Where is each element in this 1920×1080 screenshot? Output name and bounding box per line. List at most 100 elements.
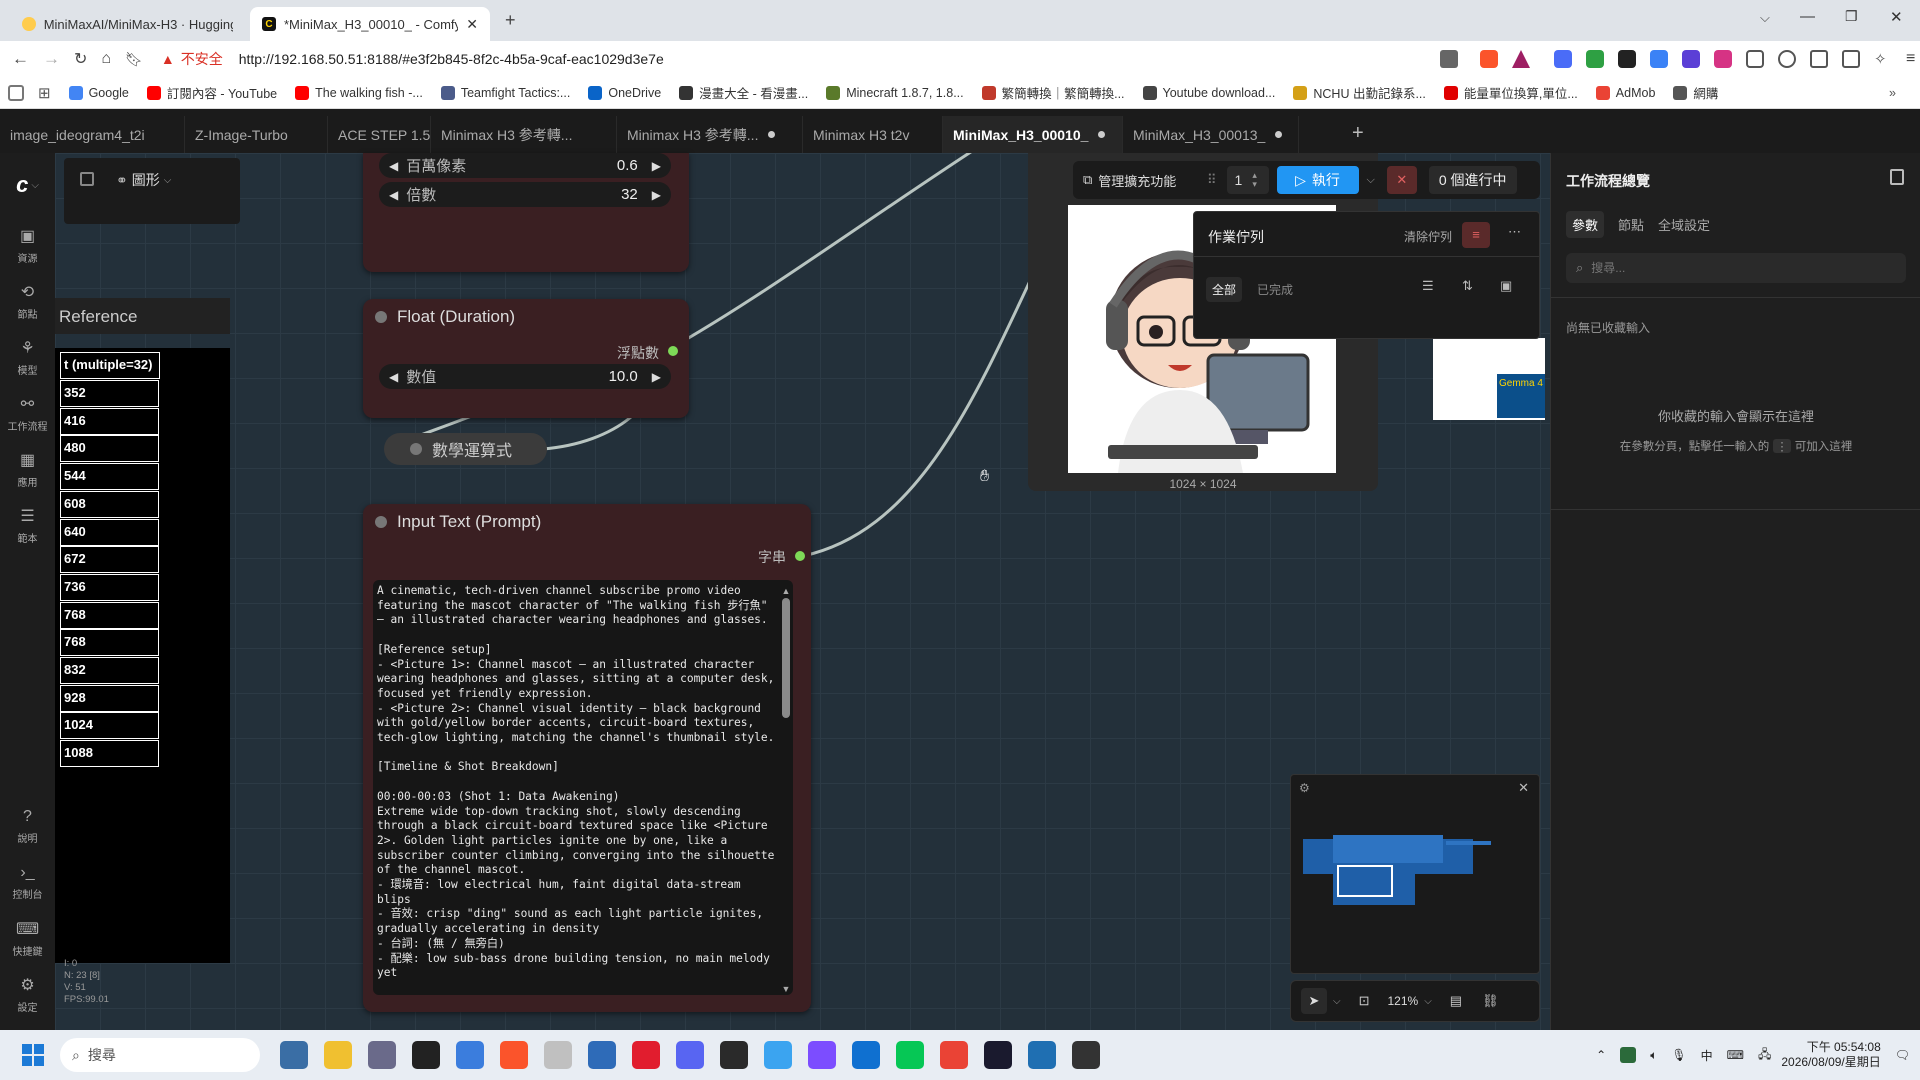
bookmark-item[interactable]: AdMob — [1595, 85, 1655, 100]
sidebar-item-settings[interactable]: ⚙ 設定 — [0, 966, 55, 1022]
omnibox[interactable]: ▲ 不安全 http://192.168.50.51:8188/#e3f2b84… — [161, 49, 664, 69]
clear-queue-button[interactable]: ≡ — [1462, 222, 1490, 248]
forward-icon[interactable]: → — [43, 49, 60, 69]
window-close-icon[interactable]: ✕ — [1890, 8, 1903, 26]
batch-count-input[interactable]: 1 ▴ ▾ — [1226, 166, 1269, 194]
float-duration-node[interactable]: Float (Duration) 浮點數 ◀ 數值 10.0 ▶ — [363, 299, 689, 418]
sidebar-item-apps[interactable]: ▦ 應用 — [0, 441, 55, 497]
queue-more-icon[interactable]: ⋯ — [1508, 224, 1521, 240]
workflow-tab[interactable]: image_ideogram4_t2i — [0, 116, 185, 153]
ext-ghost-icon[interactable] — [1618, 50, 1636, 68]
math-expression-node[interactable]: 數學運算式 — [384, 433, 547, 465]
taskbar-app-icon[interactable] — [1072, 1041, 1100, 1069]
minimap-panel[interactable]: ⚙︎ ✕ — [1290, 774, 1540, 974]
workflow-tab[interactable]: Z-Image-Turbo — [185, 116, 328, 153]
taskbar-search[interactable]: ⌕ 搜尋 — [60, 1038, 260, 1072]
search-input[interactable] — [1591, 261, 1882, 275]
sidebar-toggle-icon[interactable] — [1810, 50, 1828, 68]
ime-icon[interactable]: ⌨︎ — [1727, 1048, 1744, 1062]
sidebar-item-model[interactable]: ⚘ 模型 — [0, 329, 55, 385]
ext-wave-icon[interactable] — [1650, 50, 1668, 68]
sidebar-item-templates[interactable]: ☰ 範本 — [0, 497, 55, 553]
brave-shield-icon[interactable] — [1480, 50, 1498, 68]
tab-nodes[interactable]: 節點 — [1618, 211, 1644, 238]
filter-icon[interactable]: ☰ — [1422, 278, 1434, 294]
wallet-icon[interactable] — [1842, 50, 1860, 68]
workflow-tab[interactable]: MiniMax_H3_00013_ — [1123, 116, 1299, 153]
bookmark-item[interactable]: OneDrive — [588, 85, 661, 100]
reload-icon[interactable]: ↻ — [74, 49, 87, 69]
taskbar-app-icon[interactable] — [764, 1041, 792, 1069]
brave-rewards-icon[interactable] — [1512, 50, 1530, 68]
comfy-logo[interactable]: c ⌵ — [16, 153, 39, 217]
close-tab-icon[interactable]: ✕ — [466, 16, 478, 33]
tray-chevron-icon[interactable]: ⌃ — [1596, 1048, 1606, 1062]
minimap-close-icon[interactable]: ✕ — [1518, 780, 1529, 796]
bookmark-item[interactable]: The walking fish -... — [295, 85, 423, 100]
taskbar-app-icon[interactable] — [852, 1041, 880, 1069]
bookmark-item[interactable]: 漫畫大全 - 看漫畫... — [679, 83, 808, 102]
panel-toggle-icon[interactable] — [80, 172, 94, 186]
sidebar-item-keyboard[interactable]: ⌨ 快捷鍵 — [0, 910, 55, 966]
taskbar-app-icon[interactable] — [500, 1041, 528, 1069]
volume-icon[interactable]: 🔈︎ — [1650, 1048, 1657, 1063]
zoom-level[interactable]: 121% — [1388, 994, 1419, 1008]
back-icon[interactable]: ← — [12, 49, 29, 69]
network-icon[interactable]: 🖧︎ — [1758, 1045, 1771, 1066]
sidebar-item-help[interactable]: ? 說明 — [0, 798, 55, 854]
more-bookmarks-icon[interactable]: » — [1889, 86, 1896, 100]
tab-search-chevron-icon[interactable]: ⌵ — [1760, 10, 1770, 26]
minimap-toggle-icon[interactable]: ▤ — [1450, 993, 1462, 1009]
select-tool-icon[interactable]: ➤ — [1301, 988, 1327, 1014]
taskbar-app-icon[interactable] — [324, 1041, 352, 1069]
image-view-icon[interactable]: ▣ — [1500, 278, 1512, 294]
bookmark-item[interactable]: Teamfight Tactics:... — [440, 85, 570, 100]
taskbar-app-icon[interactable] — [588, 1041, 616, 1069]
sidebar-item-terminal[interactable]: ›_ 控制台 — [0, 854, 55, 910]
url-text[interactable]: http://192.168.50.51:8188/#e3f2b845-8f2c… — [239, 51, 664, 67]
search-field[interactable]: ⌕ — [1566, 253, 1906, 283]
browser-tab-comfy[interactable]: C *MiniMax_H3_00010_ - Comfy ✕ — [250, 7, 490, 41]
bookmark-item[interactable]: Youtube download... — [1142, 85, 1275, 100]
scrollbar-thumb[interactable] — [782, 598, 790, 718]
drag-handle-icon[interactable]: ⠿ — [1207, 172, 1217, 188]
collapse-dot-icon[interactable] — [375, 311, 387, 323]
running-jobs-button[interactable]: 0 個進行中 — [1428, 166, 1517, 194]
menu-icon[interactable]: ≡ — [1906, 50, 1920, 68]
workflow-tab[interactable]: Minimax H3 参考轉... — [431, 116, 617, 153]
bookmark-item[interactable]: 繁簡轉換｜繁簡轉換... — [981, 83, 1125, 102]
tab-parameters[interactable]: 參數 — [1566, 211, 1605, 238]
ext-pink-icon[interactable] — [1714, 50, 1732, 68]
clock[interactable]: 下午 05:54:08 2026/08/09/星期日 — [1781, 1040, 1880, 1070]
zoom-chevron-icon[interactable]: ⌵ — [1424, 996, 1432, 1007]
bookmark-item[interactable]: 網購 — [1673, 83, 1718, 102]
taskbar-app-icon[interactable] — [368, 1041, 396, 1069]
string-output-socket[interactable] — [795, 551, 805, 561]
taskbar-app-icon[interactable] — [280, 1041, 308, 1069]
ext-tm-icon[interactable] — [1682, 50, 1700, 68]
sort-icon[interactable]: ⇅ — [1462, 278, 1473, 294]
ext-translate-icon[interactable] — [1554, 50, 1572, 68]
bookmark-item[interactable]: Google — [68, 85, 129, 100]
filter-all-tab[interactable]: 全部 — [1206, 277, 1243, 302]
bookmark-item[interactable]: 能量單位換算,單位... — [1443, 83, 1578, 102]
manage-extensions-button[interactable]: ⧉ 管理擴充功能 — [1083, 171, 1201, 190]
prompt-scrollbar[interactable]: ▲ ▼ — [781, 586, 791, 994]
workflow-tab[interactable]: Minimax H3 参考轉... — [617, 116, 803, 153]
prompt-textarea[interactable]: A cinematic, tech-driven channel subscri… — [373, 580, 793, 995]
bookmark-page-icon[interactable]: 🔖︎ — [125, 51, 143, 68]
collapse-dot-icon[interactable] — [410, 443, 422, 455]
translate-icon[interactable] — [1440, 50, 1458, 68]
minimap-settings-icon[interactable]: ⚙︎ — [1299, 781, 1310, 795]
sidebar-item-nodes[interactable]: ⟲ 節點 — [0, 273, 55, 329]
home-icon[interactable]: ⌂ — [101, 50, 111, 68]
notifications-icon[interactable]: 🗨︎ — [1895, 1048, 1910, 1062]
bookmark-item[interactable]: Minecraft 1.8.7, 1.8... — [826, 85, 964, 100]
collapse-dot-icon[interactable] — [375, 516, 387, 528]
sidebar-item-images[interactable]: ▣ 資源 — [0, 217, 55, 273]
bookmark-item[interactable]: NCHU 出勤記錄系... — [1293, 83, 1426, 102]
tool-chevron-icon[interactable]: ⌵ — [1333, 996, 1341, 1007]
extensions-icon[interactable] — [1746, 50, 1764, 68]
workflow-tab[interactable]: MiniMax_H3_00010_ — [943, 116, 1123, 153]
workflow-tab[interactable]: ACE STEP 1.5 — [328, 116, 431, 153]
